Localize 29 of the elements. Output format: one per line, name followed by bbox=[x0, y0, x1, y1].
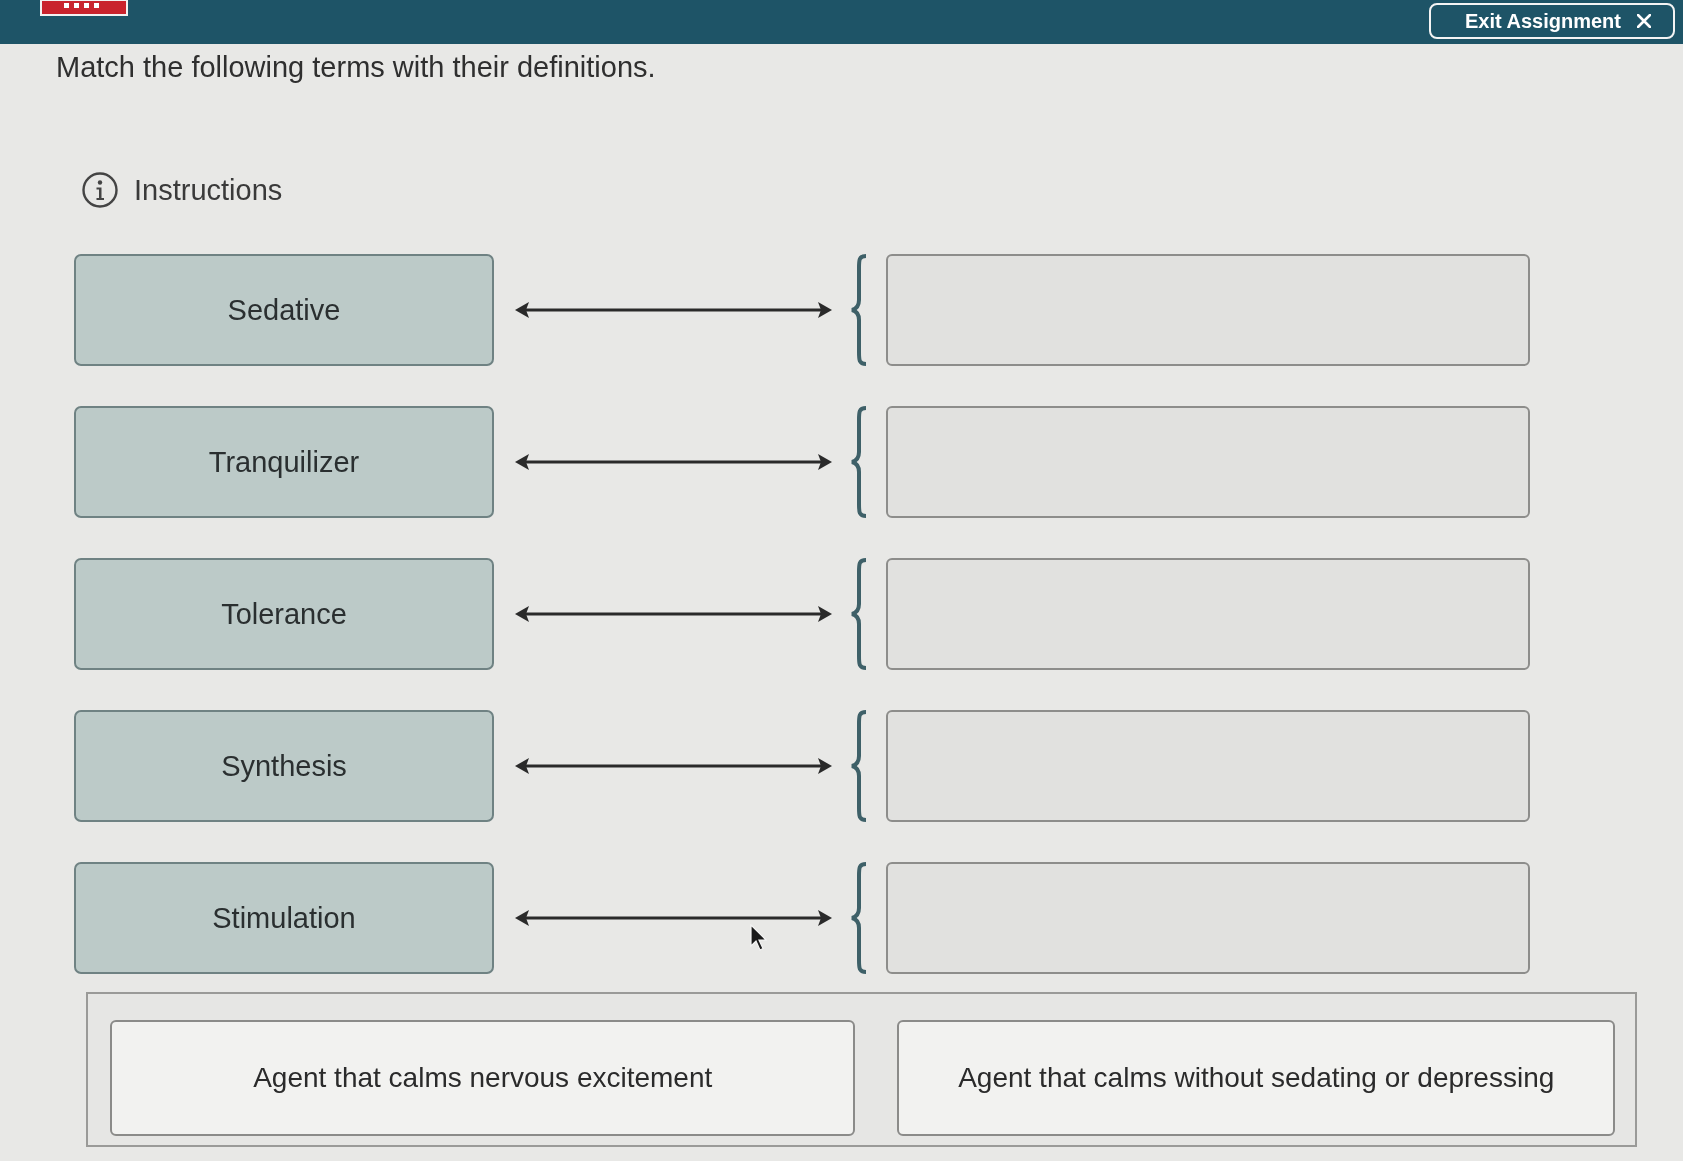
term-card[interactable]: Stimulation bbox=[74, 862, 494, 974]
exit-assignment-button[interactable]: Exit Assignment bbox=[1429, 3, 1675, 39]
brace-icon bbox=[850, 406, 868, 518]
drop-zone[interactable] bbox=[886, 558, 1530, 670]
brace-icon bbox=[850, 710, 868, 822]
instructions-button[interactable]: Instructions bbox=[82, 172, 283, 208]
brace-icon bbox=[850, 862, 868, 974]
logo-icon bbox=[40, 0, 128, 16]
term-card[interactable]: Tolerance bbox=[74, 558, 494, 670]
cursor-icon bbox=[750, 924, 768, 952]
drop-zone[interactable] bbox=[886, 406, 1530, 518]
drop-zone[interactable] bbox=[886, 862, 1530, 974]
brace-icon bbox=[850, 558, 868, 670]
term-card[interactable]: Sedative bbox=[74, 254, 494, 366]
double-arrow-icon bbox=[515, 606, 832, 622]
term-card[interactable]: Tranquilizer bbox=[74, 406, 494, 518]
choice-card[interactable]: Agent that calms without sedating or depressing bbox=[897, 1020, 1615, 1136]
drop-zone[interactable] bbox=[886, 254, 1530, 366]
info-icon bbox=[82, 172, 118, 208]
double-arrow-icon bbox=[515, 758, 832, 774]
drop-zone[interactable] bbox=[886, 710, 1530, 822]
close-icon bbox=[1637, 14, 1651, 28]
double-arrow-icon bbox=[515, 302, 832, 318]
term-card[interactable]: Synthesis bbox=[74, 710, 494, 822]
choice-card[interactable]: Agent that calms nervous excitement bbox=[110, 1020, 856, 1136]
prompt-text: Match the following terms with their definitions. bbox=[56, 50, 657, 84]
double-arrow-icon bbox=[515, 910, 832, 926]
double-arrow-icon bbox=[515, 454, 832, 470]
brace-icon bbox=[850, 254, 868, 366]
